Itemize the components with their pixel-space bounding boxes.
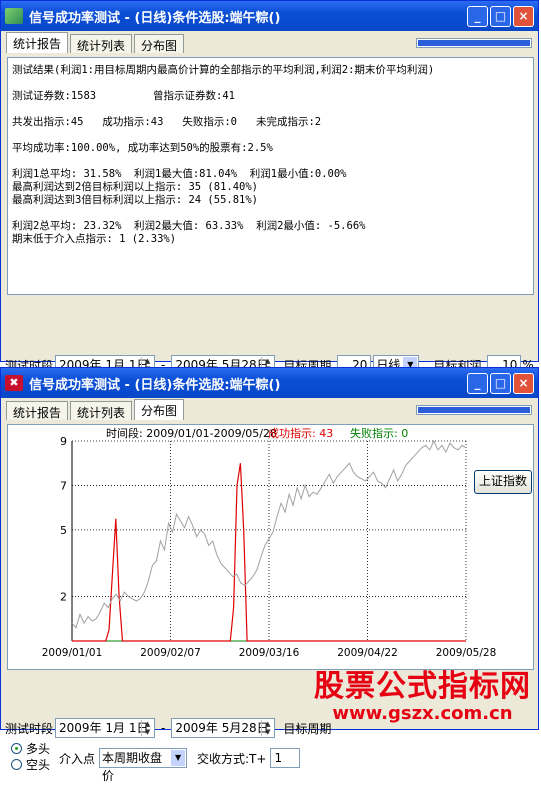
short-radio[interactable] [11,759,22,770]
y-tick-label: 7 [60,479,67,492]
x-tick-label: 2009/04/22 [337,647,398,659]
entry-point-label: 介入点 [59,751,96,766]
report-line [12,129,529,142]
progress-bar [416,38,532,48]
title-bar[interactable]: ✖ 信号成功率测试 - (日线)条件选股:端午粽() _ □ × [1,368,538,398]
maximize-icon[interactable]: □ [490,6,511,27]
start-date-picker[interactable]: 2009年 1月 1日▲▼ [55,718,156,738]
chart-svg: 时间段: 2009/01/01-2009/05/28成功指示: 43 失败指示: … [42,426,497,659]
close-icon[interactable]: × [513,6,534,27]
long-radio[interactable] [11,743,22,754]
report-line: 利润2总平均: 23.32% 利润2最大值: 63.33% 利润2最小值: -5… [12,220,366,232]
watermark-url: www.gszx.com.cn [332,703,513,724]
app-icon: ✖ [5,375,23,391]
progress-bar [416,405,532,415]
y-tick-label: 5 [60,524,67,537]
tab-bar: 统计报告 统计列表 分布图 [1,398,538,420]
close-icon[interactable]: × [513,373,534,394]
tab-bar: 统计报告 统计列表 分布图 [1,31,538,53]
tab-distribution-chart[interactable]: 分布图 [134,34,185,53]
report-line: 平均成功率:100.00%, 成功率达到50%的股票有:2.5% [12,142,273,154]
y-tick-label: 9 [60,435,67,448]
tab-distribution-chart[interactable]: 分布图 [134,399,185,420]
tab-statistics-report[interactable]: 统计报告 [6,32,69,53]
app-icon [5,8,23,24]
y-tick-label: 2 [60,591,67,604]
report-line: 最高利润达到2倍目标利润以上指示: 35 (81.40%) [12,181,259,193]
report-line [12,103,529,116]
tab-statistics-list[interactable]: 统计列表 [70,401,133,420]
report-line [12,207,529,220]
minimize-icon[interactable]: _ [467,373,488,394]
x-tick-label: 2009/03/16 [239,647,300,659]
watermark-title: 股票公式指标网 [314,669,531,704]
report-line: 共发出指示:45 成功指示:43 失败指示:0 未完成指示:2 [12,116,322,128]
report-text-area[interactable]: 测试结果(利润1:用目标周期内最高价计算的全部指示的平均利润,利润2:期末价平均… [7,57,534,295]
entry-point-select[interactable]: 本周期收盘价▼ [99,748,188,783]
short-label: 空头 [26,758,51,772]
trade-mode-label: 交收方式:T+ [197,751,267,766]
tab-statistics-report[interactable]: 统计报告 [6,401,69,420]
report-line: 测试结果(利润1:用目标周期内最高价计算的全部指示的平均利润,利润2:期末价平均… [12,64,435,76]
chevron-down-icon: ▼ [171,750,186,766]
progress-fill [418,407,530,413]
window-title: 信号成功率测试 - (日线)条件选股:端午粽() [29,10,281,26]
report-line: 期末低于介入点指示: 1 (2.33%) [12,233,177,245]
test-period-label: 测试时段 [5,721,54,736]
progress-fill [418,40,530,46]
title-bar[interactable]: 信号成功率测试 - (日线)条件选股:端午粽() _ □ × [1,1,538,31]
distribution-chart[interactable]: 时间段: 2009/01/01-2009/05/28 成功指示: 43 失败指示: … [7,424,534,670]
report-line: 测试证券数:1583 曾指示证券数:41 [12,90,235,102]
date-dash: - [161,721,166,735]
chart-header-fail: 失败指示: 0 [350,426,408,440]
x-tick-label: 2009/02/07 [140,647,201,659]
x-tick-label: 2009/05/28 [436,647,497,659]
report-line: 利润1总平均: 31.58% 利润1最大值:81.04% 利润1最小值:0.00… [12,168,347,180]
report-line [12,155,529,168]
site-watermark: 股票公式指标网 www.gszx.com.cn [314,670,531,724]
report-window: 信号成功率测试 - (日线)条件选股:端午粽() _ □ × 统计报告 统计列表… [0,0,539,420]
window-title: 信号成功率测试 - (日线)条件选股:端午粽() [29,377,281,393]
maximize-icon[interactable]: □ [490,373,511,394]
long-label: 多头 [26,742,51,756]
chart-header-success: 成功指示: 43 [268,426,333,440]
tab-statistics-list[interactable]: 统计列表 [70,34,133,53]
index-button[interactable]: 上证指数 [474,470,532,494]
end-date-picker[interactable]: 2009年 5月28日▲▼ [171,718,276,738]
report-line [12,77,529,90]
trade-mode-input[interactable]: 1 [270,748,301,768]
report-line: 最高利润达到3倍目标利润以上指示: 24 (55.81%) [12,194,259,206]
x-tick-label: 2009/01/01 [42,647,103,659]
chart-header-period: 时间段: 2009/01/01-2009/05/28 [106,426,277,440]
minimize-icon[interactable]: _ [467,6,488,27]
